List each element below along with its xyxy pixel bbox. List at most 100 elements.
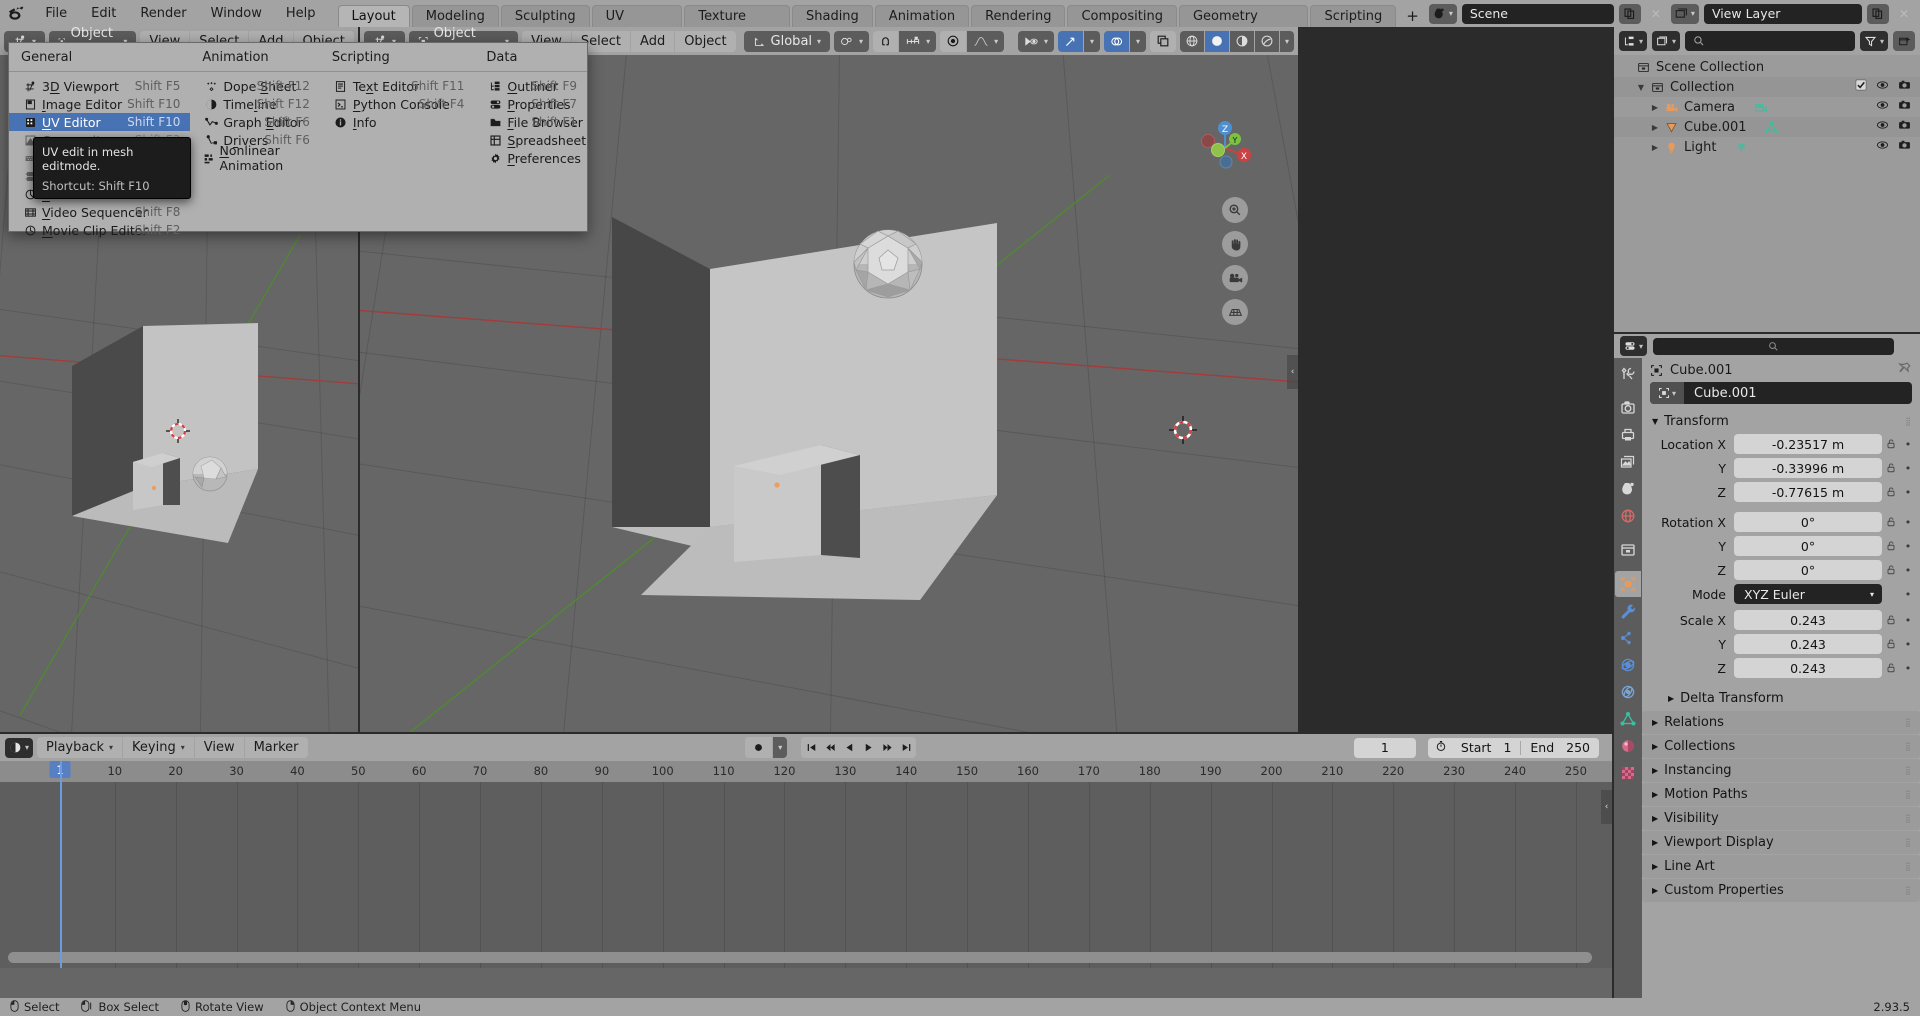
menu-item-graph-editor[interactable]: Graph Editor Shift F6 — [190, 113, 320, 131]
new-collection-icon[interactable] — [1893, 31, 1915, 51]
transform-orientation-icon[interactable]: Global ▾ — [743, 30, 831, 52]
outliner-row-light[interactable]: ▶ Light — [1614, 137, 1920, 157]
render-camera-icon[interactable] — [1898, 99, 1911, 115]
animate-property-icon[interactable]: • — [1900, 486, 1916, 499]
workspace-tab-modeling[interactable]: Modeling — [411, 5, 499, 27]
timeline-sidebar-toggle[interactable]: ‹ — [1601, 790, 1612, 824]
workspace-tab-sculpting[interactable]: Sculpting — [500, 5, 590, 27]
render-camera-icon[interactable] — [1898, 119, 1911, 135]
properties-tab-world[interactable] — [1615, 503, 1641, 529]
gizmo-options-icon[interactable]: ▾ — [1083, 30, 1100, 52]
workspace-tab-texture-paint[interactable]: Texture Paint — [684, 5, 790, 46]
animate-property-icon[interactable]: • — [1900, 638, 1916, 651]
menu-item-info[interactable]: Info — [320, 113, 474, 131]
panel-custom-properties[interactable]: ▶ Custom Properties ⣿ — [1642, 879, 1920, 902]
properties-tab-render[interactable] — [1615, 395, 1641, 421]
timeline-scrollbar[interactable] — [8, 952, 1592, 963]
unlock-icon[interactable] — [1882, 662, 1900, 674]
menu-item-video-sequencer[interactable]: Video Sequencer Shift F8 — [9, 203, 190, 221]
scene-remove-button[interactable]: ✕ — [1646, 7, 1666, 21]
topbar-menu-file[interactable]: File — [33, 0, 79, 27]
end-frame-field[interactable]: End 250 — [1521, 740, 1599, 755]
unlock-icon[interactable] — [1882, 486, 1900, 498]
snap-increment-icon[interactable]: ▾ — [899, 30, 937, 52]
outliner-row-cube-001[interactable]: ▶ Cube.001 — [1614, 117, 1920, 137]
workspace-tab-scripting[interactable]: Scripting — [1310, 5, 1397, 27]
add-workspace-button[interactable]: + — [1398, 5, 1427, 27]
copy-icon[interactable] — [1866, 3, 1889, 24]
timeline-menu-view[interactable]: View — [194, 737, 244, 758]
filter-icon[interactable]: ▾ — [1859, 31, 1888, 51]
pan-hand-icon[interactable] — [1222, 231, 1248, 257]
topbar-menu-edit[interactable]: Edit — [79, 0, 128, 27]
visibility-eye-icon[interactable] — [1876, 119, 1889, 135]
menu-item-text-editor[interactable]: Text Editor Shift F11 — [320, 77, 474, 95]
visibility-eye-icon[interactable] — [1876, 139, 1889, 155]
properties-tab-material[interactable] — [1615, 733, 1641, 759]
light-data-icon[interactable] — [1728, 141, 1754, 154]
outliner-row-collection[interactable]: ▼ Collection — [1614, 77, 1920, 97]
camera-view-icon[interactable] — [1222, 265, 1248, 291]
properties-tab-constraints[interactable] — [1615, 679, 1641, 705]
animate-property-icon[interactable]: • — [1900, 462, 1916, 475]
menu-item-outliner[interactable]: Outliner Shift F9 — [474, 77, 587, 95]
chevron-right-icon[interactable]: ▶ — [1648, 143, 1662, 152]
workspace-tab-uv-editing[interactable]: UV Editing — [591, 5, 683, 46]
menu-item-properties[interactable]: Properties Shift F7 — [474, 95, 587, 113]
property-value-field[interactable]: 0.243 — [1734, 610, 1882, 630]
outliner-row-scene-collection[interactable]: Scene Collection — [1614, 57, 1920, 77]
property-value-field[interactable]: 0.243 — [1734, 634, 1882, 654]
panel-delta-transform[interactable]: ▶ Delta Transform — [1642, 687, 1920, 710]
timeline-ruler[interactable]: 10 20 30 40 50 60 70 80 90 100 110 120 130 140 150 160 1… — [0, 761, 1612, 782]
menu-item-file-browser[interactable]: File Browser Shift F1 — [474, 113, 587, 131]
properties-tab-tool[interactable] — [1615, 361, 1641, 387]
mesh-data-icon[interactable] — [1759, 121, 1785, 134]
timeline-menu-keying[interactable]: Keying ▾ — [123, 737, 194, 758]
shading-wireframe-icon[interactable] — [1179, 30, 1204, 52]
chevron-right-icon[interactable]: ▶ — [1648, 123, 1662, 132]
properties-tab-object-data[interactable] — [1615, 706, 1641, 732]
camera-data-icon[interactable] — [1747, 101, 1773, 114]
timeline-menu-playback[interactable]: Playback ▾ — [37, 737, 123, 758]
menu-item-movie-clip-editor[interactable]: Movie Clip Editor Shift F2 — [9, 221, 190, 239]
xray-toggle-icon[interactable] — [1149, 30, 1176, 52]
panel-visibility[interactable]: ▶ Visibility ⣿ — [1642, 807, 1920, 830]
menu-item-python-console[interactable]: Python Console Shift F4 — [320, 95, 474, 113]
properties-tab-modifiers[interactable] — [1615, 598, 1641, 624]
menu-item-uv-editor[interactable]: UV Editor Shift F10 — [9, 113, 191, 131]
snap-magnet-icon[interactable] — [873, 30, 899, 52]
panel-instancing[interactable]: ▶ Instancing ⣿ — [1642, 759, 1920, 782]
shading-solid-icon[interactable] — [1204, 30, 1229, 52]
properties-tab-collection[interactable] — [1615, 537, 1641, 563]
properties-tab-output[interactable] — [1615, 422, 1641, 448]
workspace-tab-shading[interactable]: Shading — [791, 5, 873, 27]
unlock-icon[interactable] — [1882, 638, 1900, 650]
animate-property-icon[interactable]: • — [1900, 662, 1916, 675]
menu-item-spreadsheet[interactable]: Spreadsheet — [474, 131, 587, 149]
outliner-row-camera[interactable]: ▶ Camera — [1614, 97, 1920, 117]
visibility-eye-icon[interactable] — [1876, 79, 1889, 95]
properties-tab-object[interactable] — [1615, 571, 1641, 597]
object-visibility-icon[interactable]: ▾ — [1017, 30, 1054, 52]
play-icon[interactable] — [859, 738, 877, 757]
unlock-icon[interactable] — [1882, 614, 1900, 626]
menu-item-preferences[interactable]: Preferences — [474, 149, 587, 167]
workspace-tab-rendering[interactable]: Rendering — [971, 5, 1066, 27]
animate-property-icon[interactable]: • — [1900, 540, 1916, 553]
workspace-tab-layout[interactable]: Layout — [337, 5, 410, 27]
view-layer-remove-button[interactable]: ✕ — [1894, 7, 1914, 21]
visibility-eye-icon[interactable] — [1876, 99, 1889, 115]
workspace-tab-geometry-nodes[interactable]: Geometry Nodes — [1178, 5, 1309, 46]
properties-tab-particles[interactable] — [1615, 625, 1641, 651]
auto-keying-icon[interactable] — [745, 737, 773, 758]
shading-rendered-icon[interactable] — [1254, 30, 1279, 52]
viewport-right-menu-add[interactable]: Add — [631, 30, 675, 52]
animate-property-icon[interactable]: • — [1900, 438, 1916, 451]
jump-to-start-icon[interactable] — [802, 738, 820, 757]
gizmo-icon[interactable] — [1057, 30, 1083, 52]
jump-to-keyframe-next-icon[interactable] — [878, 738, 896, 757]
unlock-icon[interactable] — [1882, 462, 1900, 474]
panel-collections[interactable]: ▶ Collections ⣿ — [1642, 735, 1920, 758]
collection-checkbox[interactable] — [1855, 79, 1867, 95]
rotation-mode-dropdown[interactable]: XYZ Euler ▾ — [1734, 584, 1882, 604]
